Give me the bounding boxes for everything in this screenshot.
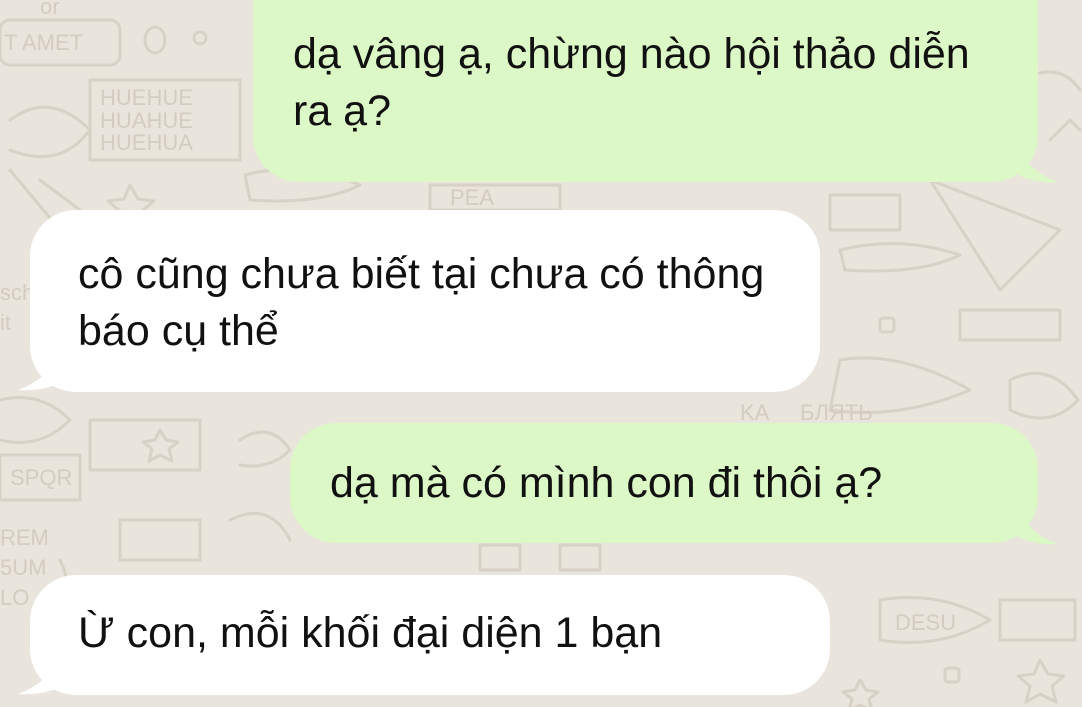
doodle-blob-2 bbox=[238, 430, 292, 468]
doodle-burger-2 bbox=[838, 242, 962, 273]
doodle-card bbox=[118, 518, 202, 562]
doodle-text-huehua: HUEHUA bbox=[100, 130, 193, 155]
message-text: Ừ con, mỗi khối đại diện 1 bạn bbox=[78, 609, 663, 657]
message-bubble-outgoing[interactable]: dạ mà có mình con đi thôi ạ? bbox=[290, 423, 1038, 543]
doodle-gamepad bbox=[828, 193, 902, 232]
message-text: dạ vâng ạ, chừng nào hội thảo diễn ra ạ? bbox=[293, 30, 970, 135]
doodle-text-rem: REM bbox=[0, 525, 49, 550]
doodle-pizza bbox=[928, 178, 1062, 292]
doodle-curve-2 bbox=[228, 511, 292, 542]
doodle-star-2 bbox=[141, 428, 180, 463]
doodle-text-or: or bbox=[40, 0, 60, 19]
doodle-text-amet: T AMET bbox=[4, 30, 83, 55]
doodle-text-lo: LO bbox=[0, 585, 29, 610]
doodle-star-4 bbox=[1016, 658, 1066, 704]
doodle-face bbox=[1008, 371, 1080, 420]
message-bubble-outgoing[interactable]: dạ vâng ạ, chừng nào hội thảo diễn ra ạ? bbox=[253, 0, 1038, 182]
message-bubble-incoming[interactable]: Ừ con, mỗi khối đại diện 1 bạn bbox=[30, 575, 830, 695]
doodle-block-1 bbox=[478, 543, 522, 572]
doodle-dot-1 bbox=[192, 30, 208, 46]
message-text: dạ mà có mình con đi thôi ạ? bbox=[330, 459, 883, 507]
doodle-pin bbox=[1048, 118, 1082, 142]
message-bubble-incoming[interactable]: cô cũng chưa biết tại chưa có thông báo … bbox=[30, 210, 820, 392]
doodle-block-2 bbox=[558, 543, 602, 572]
doodle-text-it: it bbox=[0, 310, 11, 335]
doodle-star-3 bbox=[841, 678, 880, 707]
doodle-text-ka: KA bbox=[740, 400, 770, 425]
doodle-square-2 bbox=[943, 666, 961, 684]
doodle-text-desu: DESU bbox=[895, 610, 956, 635]
doodle-lips bbox=[8, 105, 92, 159]
doodle-text-spqr: SPQR bbox=[10, 465, 72, 490]
doodle-text-huehue: HUEHUE bbox=[100, 85, 193, 110]
doodle-box-2 bbox=[958, 308, 1062, 342]
message-text: cô cũng chưa biết tại chưa có thông báo … bbox=[78, 250, 765, 355]
doodle-box-3 bbox=[998, 598, 1077, 642]
doodle-text-5um: 5UM bbox=[0, 555, 46, 580]
doodle-square-1 bbox=[878, 316, 896, 334]
doodle-text-pea: PEA bbox=[450, 185, 494, 210]
doodle-text-blyat: БЛЯТЬ bbox=[800, 400, 873, 425]
doodle-drop-1 bbox=[143, 25, 167, 55]
doodle-blob-1 bbox=[0, 396, 72, 444]
